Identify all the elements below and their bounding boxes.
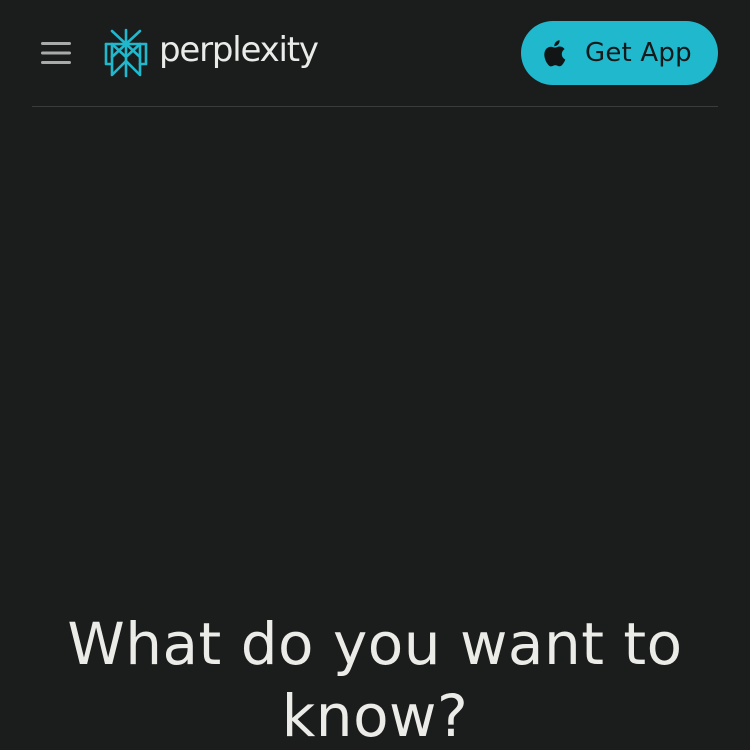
get-app-label: Get App — [585, 38, 692, 68]
apple-icon — [544, 40, 566, 67]
brand-home-link[interactable]: perplexity — [103, 27, 319, 79]
get-app-button[interactable]: Get App — [521, 21, 718, 85]
perplexity-logo-icon — [104, 28, 148, 78]
hamburger-menu-icon — [41, 42, 71, 64]
top-nav: perplexity Get App — [0, 0, 750, 107]
menu-button[interactable] — [30, 28, 82, 78]
hero-title: What do you want to know? — [67, 610, 683, 750]
page: perplexity Get App What do you want to k… — [0, 0, 750, 750]
brand-name: perplexity — [159, 30, 319, 70]
header-divider — [32, 106, 718, 107]
